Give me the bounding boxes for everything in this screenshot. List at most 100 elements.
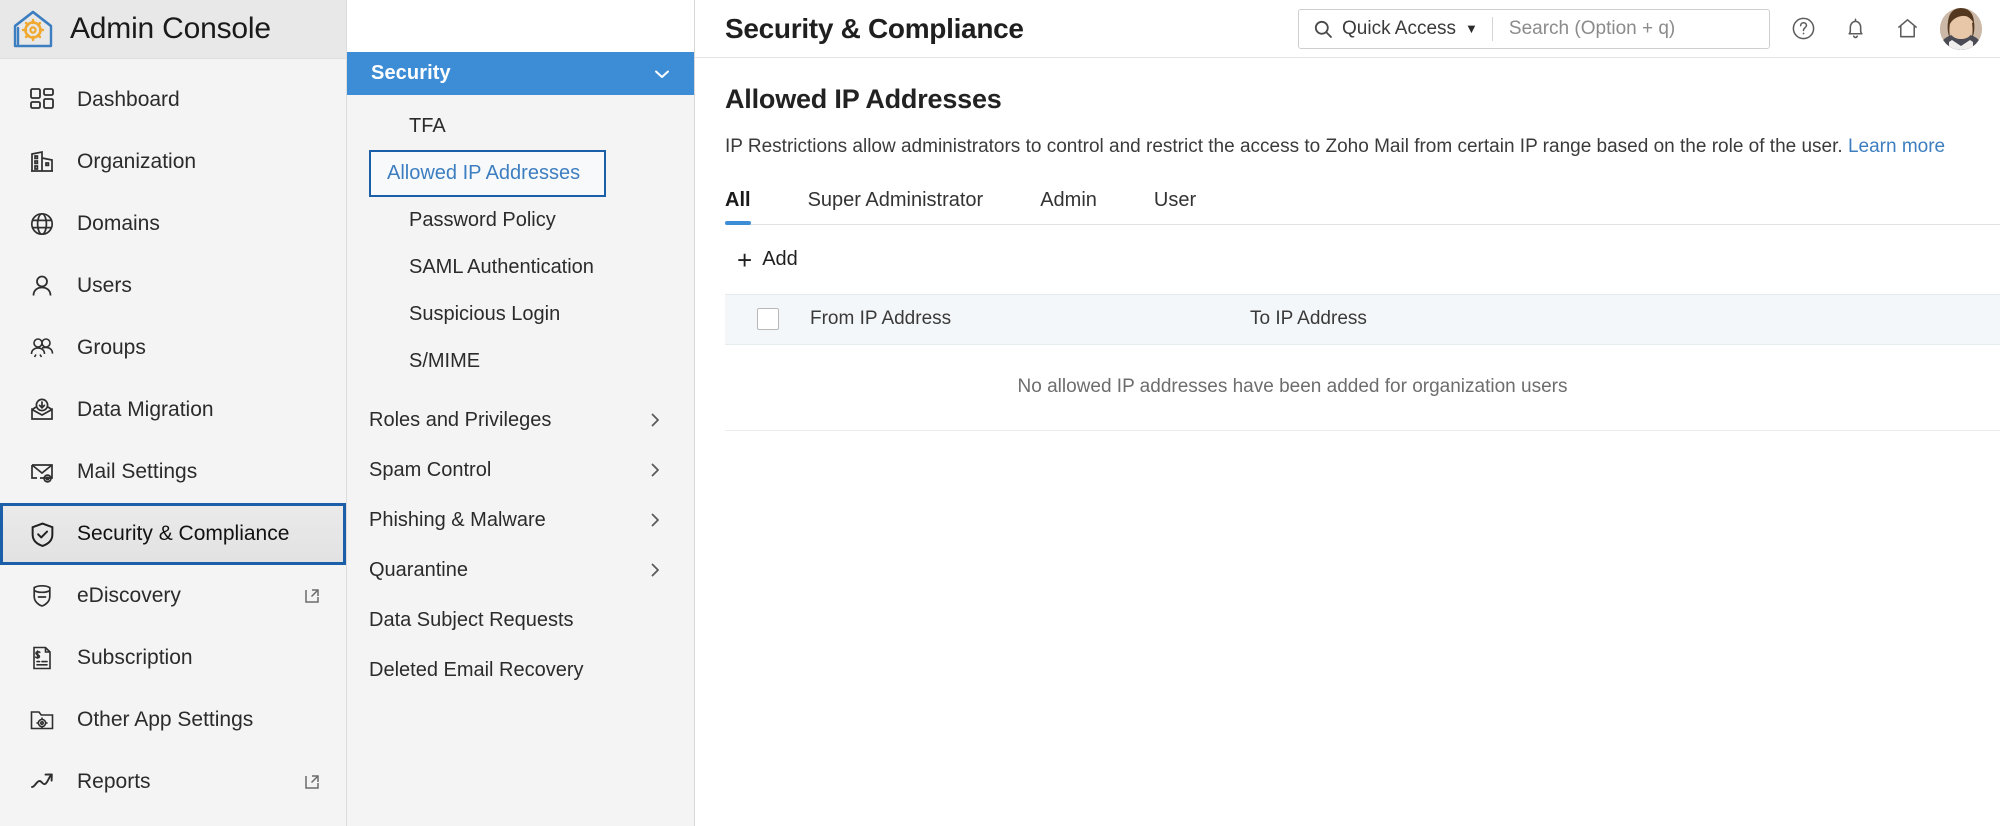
- submenu-group-label: Data Subject Requests: [369, 608, 574, 631]
- chevron-right-icon: [646, 511, 664, 529]
- user-icon: [27, 271, 57, 301]
- sidebar-item-organization[interactable]: Organization: [0, 131, 346, 193]
- submenu-item-list: TFA Allowed IP Addresses Password Policy…: [347, 95, 694, 385]
- chevron-right-icon: [646, 411, 664, 429]
- sidebar-item-label: Mail Settings: [77, 460, 198, 483]
- sidebar-item-label: Security & Compliance: [77, 522, 290, 545]
- building-icon: [27, 147, 57, 177]
- column-header-to-ip: To IP Address: [1250, 308, 1367, 330]
- table-header-row: From IP Address To IP Address: [725, 293, 2000, 345]
- page-title: Security & Compliance: [725, 12, 1024, 44]
- select-all-cell: [725, 308, 810, 331]
- submenu-group-spam-control[interactable]: Spam Control: [347, 445, 694, 495]
- sidebar-item-reports[interactable]: Reports: [0, 751, 346, 813]
- submenu-group-label: Deleted Email Recovery: [369, 658, 584, 681]
- tab-super-administrator[interactable]: Super Administrator: [808, 189, 984, 224]
- house-gear-logo-icon: [10, 6, 56, 52]
- users-group-icon: [27, 333, 57, 363]
- tab-user[interactable]: User: [1154, 189, 1196, 224]
- content-title: Allowed IP Addresses: [725, 84, 1002, 114]
- submenu-item-tfa[interactable]: TFA: [369, 103, 686, 150]
- learn-more-link[interactable]: Learn more: [1848, 136, 1945, 157]
- invoice-icon: [27, 643, 57, 673]
- plus-icon: +: [737, 244, 753, 275]
- tab-admin[interactable]: Admin: [1040, 189, 1097, 224]
- folder-gear-icon: [27, 705, 57, 735]
- main-area: Security & Compliance Quick Access ▼ Sea…: [695, 0, 2000, 826]
- submenu-group-label: Roles and Privileges: [369, 408, 552, 431]
- submenu-group-label: Quarantine: [369, 558, 468, 581]
- submenu-item-password-policy[interactable]: Password Policy: [369, 197, 686, 244]
- submenu-group-roles-and-privileges[interactable]: Roles and Privileges: [347, 395, 694, 445]
- submenu-item-saml-authentication[interactable]: SAML Authentication: [369, 244, 686, 291]
- quick-access-dropdown[interactable]: Quick Access ▼: [1299, 10, 1492, 48]
- content-area: Allowed IP Addresses IP Restrictions all…: [695, 58, 2000, 826]
- bell-icon[interactable]: [1836, 10, 1874, 48]
- content-inner: Allowed IP Addresses IP Restrictions all…: [695, 58, 2000, 431]
- content-description: IP Restrictions allow administrators to …: [725, 133, 1955, 161]
- sidebar-item-label: Groups: [77, 336, 146, 359]
- sidebar-item-data-migration[interactable]: Data Migration: [0, 379, 346, 441]
- submenu-item-smime[interactable]: S/MIME: [369, 338, 686, 385]
- submenu-header-security[interactable]: Security: [347, 52, 694, 95]
- sidebar-item-label: eDiscovery: [77, 584, 181, 607]
- chevron-right-icon: [646, 461, 664, 479]
- shield-search-icon: [27, 581, 57, 611]
- sidebar-item-users[interactable]: Users: [0, 255, 346, 317]
- top-bar: Security & Compliance Quick Access ▼: [695, 0, 2000, 58]
- submenu-group-deleted-email-recovery[interactable]: Deleted Email Recovery: [347, 645, 694, 695]
- home-icon[interactable]: [1888, 10, 1926, 48]
- submenu-group-label: Spam Control: [369, 458, 492, 481]
- submenu-group-quarantine[interactable]: Quarantine: [347, 545, 694, 595]
- submenu-item-suspicious-login[interactable]: Suspicious Login: [369, 291, 686, 338]
- submenu-item-allowed-ip-addresses[interactable]: Allowed IP Addresses: [369, 150, 606, 197]
- add-button[interactable]: + Add: [737, 247, 798, 273]
- sidebar-item-subscription[interactable]: Subscription: [0, 627, 346, 689]
- quick-access-label: Quick Access: [1342, 17, 1457, 39]
- sidebar-item-domains[interactable]: Domains: [0, 193, 346, 255]
- search-box[interactable]: Quick Access ▼: [1298, 8, 1770, 49]
- caret-down-icon: ▼: [1465, 21, 1478, 36]
- chevron-down-icon[interactable]: [652, 64, 672, 84]
- admin-console-app: Admin Console Dashboard Organization Dom…: [0, 0, 2000, 826]
- external-link-icon: [303, 773, 321, 791]
- security-submenu-panel: Security TFA Allowed IP Addresses Passwo…: [347, 0, 695, 826]
- globe-icon: [27, 209, 57, 239]
- left-sidebar: Admin Console Dashboard Organization Dom…: [0, 0, 347, 826]
- submenu-group-phishing-and-malware[interactable]: Phishing & Malware: [347, 495, 694, 545]
- external-link-icon: [303, 587, 321, 605]
- add-button-label: Add: [762, 248, 798, 271]
- sidebar-item-ediscovery[interactable]: eDiscovery: [0, 565, 346, 627]
- submenu-header-title: Security: [371, 62, 451, 84]
- role-tabs: All Super Administrator Admin User: [725, 189, 2000, 225]
- avatar[interactable]: [1940, 7, 1982, 50]
- sidebar-item-other-app-settings[interactable]: Other App Settings: [0, 689, 346, 751]
- sidebar-item-label: Other App Settings: [77, 708, 254, 731]
- sidebar-item-security-compliance[interactable]: Security & Compliance: [0, 503, 346, 565]
- search-icon: [1313, 19, 1333, 39]
- trend-arrow-icon: [27, 767, 57, 797]
- search-input[interactable]: [1492, 9, 1769, 48]
- description-text: IP Restrictions allow administrators to …: [725, 136, 1843, 157]
- help-circle-icon[interactable]: [1784, 10, 1822, 48]
- sidebar-item-label: Domains: [77, 212, 160, 235]
- sidebar-item-dashboard[interactable]: Dashboard: [0, 69, 346, 131]
- tab-all[interactable]: All: [725, 189, 751, 225]
- sidebar-nav: Dashboard Organization Domains Users Gro…: [0, 59, 346, 813]
- sidebar-item-label: Users: [77, 274, 132, 297]
- submenu-divider: [347, 385, 694, 395]
- submenu-group-data-subject-requests[interactable]: Data Subject Requests: [347, 595, 694, 645]
- envelope-gear-icon: [27, 457, 57, 487]
- sidebar-item-groups[interactable]: Groups: [0, 317, 346, 379]
- dashboard-grid-icon: [27, 85, 57, 115]
- empty-state-message: No allowed IP addresses have been added …: [1017, 376, 1568, 398]
- sidebar-item-label: Organization: [77, 150, 197, 173]
- select-all-checkbox[interactable]: [756, 308, 779, 331]
- chevron-right-icon: [646, 561, 664, 579]
- sidebar-item-mail-settings[interactable]: Mail Settings: [0, 441, 346, 503]
- brand-header: Admin Console: [0, 0, 346, 59]
- subpanel-top-spacer: [347, 0, 694, 52]
- sidebar-item-label: Reports: [77, 770, 151, 793]
- table-empty-state: No allowed IP addresses have been added …: [725, 345, 2000, 431]
- toolbar: + Add: [725, 225, 2000, 294]
